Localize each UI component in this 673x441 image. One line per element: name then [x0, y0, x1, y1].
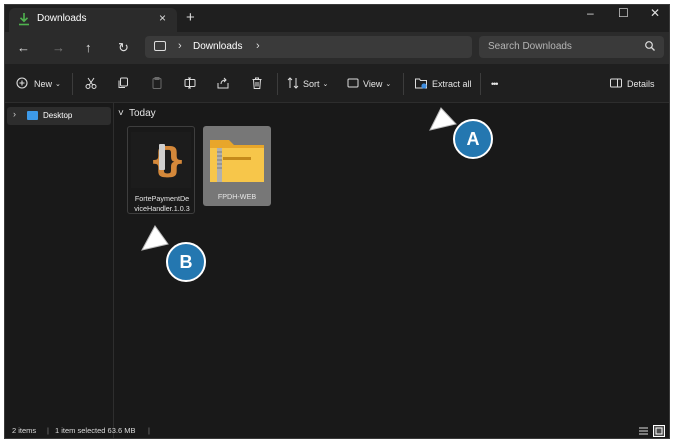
refresh-button[interactable]: ↻: [118, 40, 129, 56]
cut-icon[interactable]: [84, 76, 98, 90]
toolbar-divider: [277, 73, 278, 95]
file-name: FPDH-WEB: [217, 192, 257, 201]
forward-button[interactable]: →: [52, 40, 65, 55]
file-explorer-window: Downloads × + – ☐ ✕ ← → ↑ ↻ › Downloads …: [4, 4, 670, 439]
command-bar: New ⌄ Sort ⌄ View ⌄ Extract all ••• Deta…: [5, 64, 669, 103]
pointer-arrow-icon: [429, 107, 457, 131]
paste-icon[interactable]: [150, 76, 164, 90]
file-item-selected[interactable]: FPDH-WEB: [203, 126, 271, 206]
sidebar-item-label: Desktop: [43, 111, 73, 120]
toolbar-divider: [480, 73, 481, 95]
more-options-button[interactable]: •••: [491, 76, 499, 92]
group-chevron[interactable]: ˅: [118, 108, 124, 119]
up-button[interactable]: ↑: [85, 40, 92, 55]
sort-button[interactable]: Sort ⌄: [303, 76, 328, 92]
details-view-icon[interactable]: [638, 426, 649, 436]
callout-a: A: [453, 119, 493, 159]
json-file-icon: { }: [131, 132, 191, 188]
new-icon: [16, 77, 28, 89]
file-name-line: FortePaymentDe: [134, 194, 190, 203]
zip-folder-icon: [210, 140, 264, 182]
status-bar: 2 items | 1 item selected 63.6 MB |: [5, 424, 669, 438]
chevron-down-icon: ⌄: [322, 81, 329, 88]
title-bar: Downloads × + – ☐ ✕: [5, 5, 669, 32]
sort-label: Sort: [303, 79, 320, 89]
item-count: 2 items: [12, 426, 37, 435]
computer-icon: [154, 41, 166, 51]
search-input[interactable]: Search Downloads: [479, 36, 664, 58]
view-icon: [347, 78, 359, 88]
svg-text:}: }: [162, 141, 186, 181]
pointer-arrow-icon: [141, 225, 169, 251]
search-icon: [645, 41, 655, 51]
tab-downloads[interactable]: Downloads ×: [9, 8, 177, 32]
copy-icon[interactable]: [116, 76, 130, 90]
search-placeholder: Search Downloads: [488, 41, 572, 52]
group-header-today: Today: [129, 108, 156, 119]
address-field[interactable]: › Downloads ›: [145, 36, 472, 58]
file-item[interactable]: { } FortePaymentDe viceHandler.1.0.3: [127, 126, 195, 214]
toolbar-divider: [403, 73, 404, 95]
desktop-icon: [27, 111, 38, 120]
maximize-button[interactable]: ☐: [618, 6, 629, 20]
back-button[interactable]: ←: [17, 40, 30, 55]
selection-info: 1 item selected 63.6 MB: [55, 426, 136, 435]
sidebar-item-desktop[interactable]: › Desktop: [7, 107, 111, 125]
breadcrumb-separator: ›: [178, 40, 182, 52]
tab-title: Downloads: [37, 13, 87, 24]
sort-icon: [287, 77, 299, 89]
file-name-line: viceHandler.1.0.3: [134, 204, 190, 213]
view-label: View: [363, 79, 383, 89]
new-label: New: [34, 79, 53, 89]
file-name: FortePaymentDe viceHandler.1.0.3: [122, 194, 202, 214]
new-button[interactable]: New ⌄: [34, 76, 61, 92]
delete-icon[interactable]: [250, 76, 264, 90]
status-divider: |: [148, 426, 150, 435]
status-divider: |: [47, 426, 49, 435]
large-icons-view-icon[interactable]: [653, 425, 665, 437]
view-button[interactable]: View ⌄: [363, 76, 391, 92]
download-icon: [19, 13, 29, 26]
extract-all-button[interactable]: Extract all: [432, 76, 472, 92]
details-button[interactable]: Details: [627, 76, 655, 92]
chevron-down-icon: ⌄: [385, 81, 392, 88]
breadcrumb-downloads[interactable]: Downloads: [193, 41, 242, 52]
minimize-button[interactable]: –: [587, 6, 594, 20]
share-icon[interactable]: [216, 76, 230, 90]
chevron-right-icon[interactable]: ›: [13, 109, 16, 119]
toolbar-divider: [72, 73, 73, 95]
rename-icon[interactable]: [183, 76, 197, 90]
navigation-pane: › Desktop: [5, 103, 114, 438]
new-tab-button[interactable]: +: [186, 9, 195, 26]
breadcrumb-separator: ›: [256, 40, 260, 52]
address-bar-row: ← → ↑ ↻ › Downloads › Search Downloads: [5, 32, 669, 64]
callout-b: B: [166, 242, 206, 282]
close-window-button[interactable]: ✕: [650, 6, 660, 20]
chevron-down-icon: ⌄: [55, 81, 61, 88]
extract-icon: [415, 78, 427, 89]
tab-close-button[interactable]: ×: [159, 11, 166, 25]
details-pane-icon: [610, 78, 622, 88]
